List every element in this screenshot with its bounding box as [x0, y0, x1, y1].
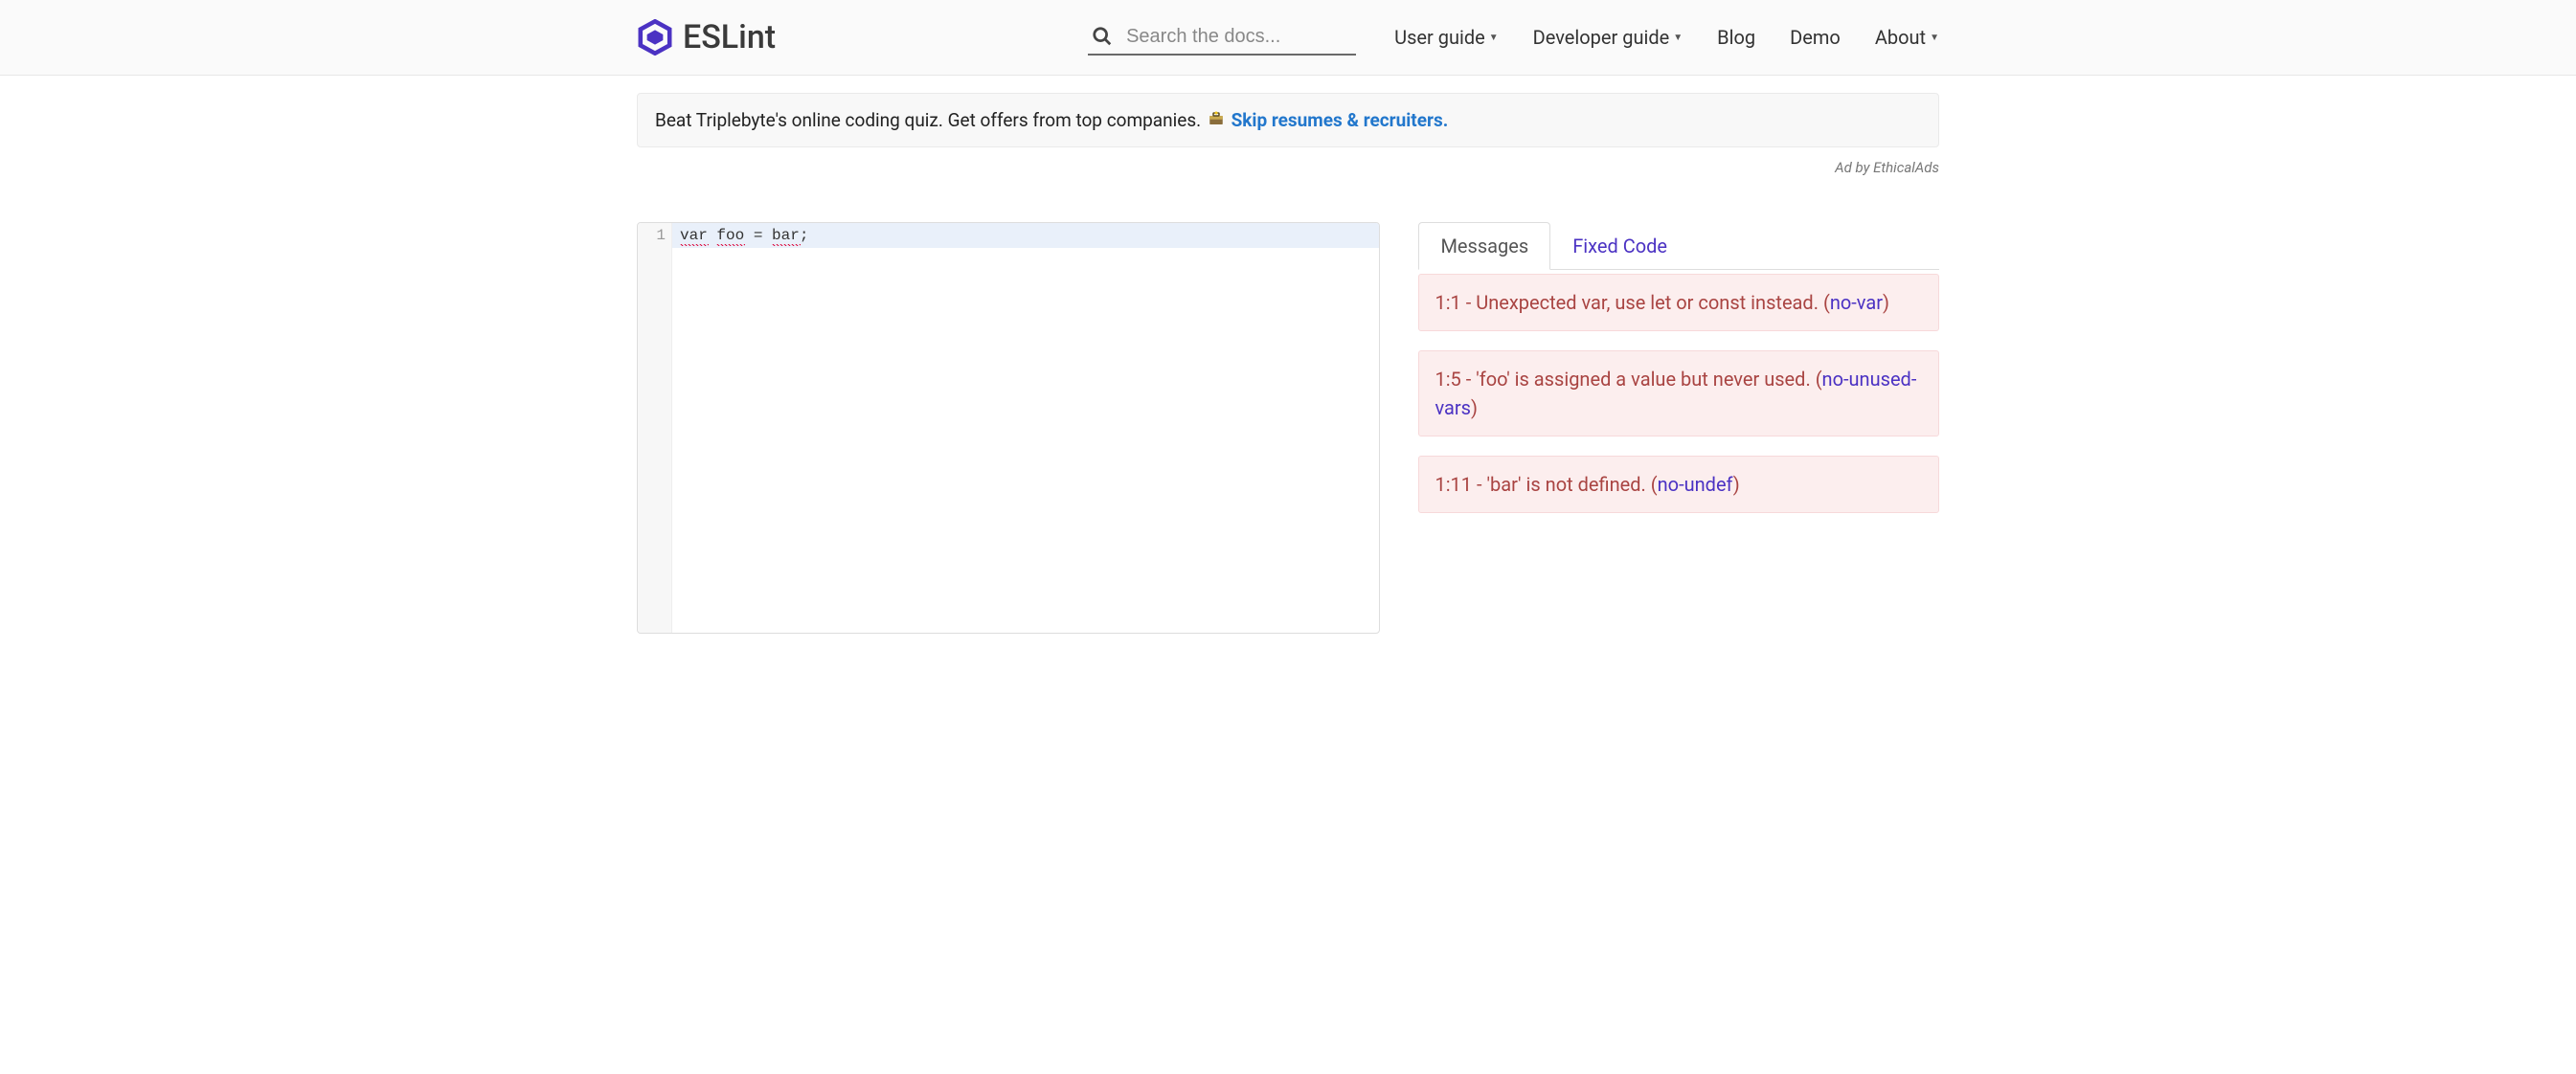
lint-message[interactable]: 1:5 - 'foo' is assigned a value but neve… [1418, 350, 1939, 436]
ad-banner: Beat Triplebyte's online coding quiz. Ge… [637, 93, 1939, 147]
page-container: Beat Triplebyte's online coding quiz. Ge… [618, 93, 1958, 634]
editor-code-area[interactable]: var foo = bar; [672, 223, 1379, 633]
nav-link-label: Developer guide [1533, 26, 1670, 49]
nav-user-guide[interactable]: User guide ▼ [1394, 26, 1499, 49]
main-grid: 1 var foo = bar; Messages Fixed Code 1:1 [637, 222, 1939, 634]
search-icon [1092, 26, 1113, 47]
nav-developer-guide[interactable]: Developer guide ▼ [1533, 26, 1683, 49]
brand-name: ESLint [683, 18, 776, 56]
code-line[interactable]: var foo = bar; [672, 223, 1379, 248]
message-location: 1:5 [1435, 368, 1460, 391]
nav-link-label: Blog [1717, 26, 1755, 49]
navbar: ESLint User guide ▼ Developer guide ▼ Bl… [0, 0, 2576, 76]
search[interactable] [1088, 20, 1356, 56]
results-tabs: Messages Fixed Code [1418, 222, 1939, 270]
lint-underline [680, 244, 709, 246]
line-number: 1 [638, 227, 666, 244]
chevron-down-icon: ▼ [1930, 33, 1939, 43]
nav-blog[interactable]: Blog [1717, 26, 1755, 49]
results-panel: Messages Fixed Code 1:1 - Unexpected var… [1418, 222, 1939, 634]
ad-text: Beat Triplebyte's online coding quiz. Ge… [655, 109, 1206, 131]
messages-list: 1:1 - Unexpected var, use let or const i… [1418, 270, 1939, 513]
ad-cta-link[interactable]: Skip resumes & recruiters. [1232, 109, 1449, 131]
code-editor[interactable]: 1 var foo = bar; [637, 222, 1380, 634]
message-text: 'foo' is assigned a value but never used… [1476, 368, 1810, 391]
briefcase-icon [1208, 110, 1225, 127]
nav-links: User guide ▼ Developer guide ▼ Blog Demo… [1394, 26, 1939, 49]
editor-gutter: 1 [638, 223, 672, 633]
nav-about[interactable]: About ▼ [1875, 26, 1939, 49]
search-input[interactable] [1126, 26, 1352, 48]
brand[interactable]: ESLint [637, 18, 776, 56]
lint-underline [772, 244, 801, 246]
chevron-down-icon: ▼ [1673, 33, 1683, 43]
nav-link-label: Demo [1790, 26, 1841, 49]
tab-fixed-code[interactable]: Fixed Code [1550, 222, 1689, 270]
eslint-logo-icon [637, 19, 673, 56]
chevron-down-icon: ▼ [1489, 33, 1499, 43]
lint-underline [716, 244, 745, 246]
nav-link-label: User guide [1394, 26, 1485, 49]
message-location: 1:11 [1435, 473, 1472, 496]
nav-link-label: About [1875, 26, 1926, 49]
message-location: 1:1 [1435, 291, 1460, 314]
tab-messages[interactable]: Messages [1418, 222, 1550, 270]
lint-message[interactable]: 1:11 - 'bar' is not defined. (no-undef) [1418, 456, 1939, 513]
message-text: Unexpected var, use let or const instead… [1476, 291, 1819, 314]
rule-link[interactable]: no-undef [1658, 473, 1733, 496]
navbar-inner: ESLint User guide ▼ Developer guide ▼ Bl… [618, 0, 1958, 75]
ad-attribution[interactable]: Ad by EthicalAds [637, 159, 1939, 176]
rule-link[interactable]: no-var [1830, 291, 1883, 314]
code-text: var foo = bar; [680, 227, 808, 244]
message-text: 'bar' is not defined. [1487, 473, 1646, 496]
nav-demo[interactable]: Demo [1790, 26, 1841, 49]
lint-message[interactable]: 1:1 - Unexpected var, use let or const i… [1418, 274, 1939, 331]
